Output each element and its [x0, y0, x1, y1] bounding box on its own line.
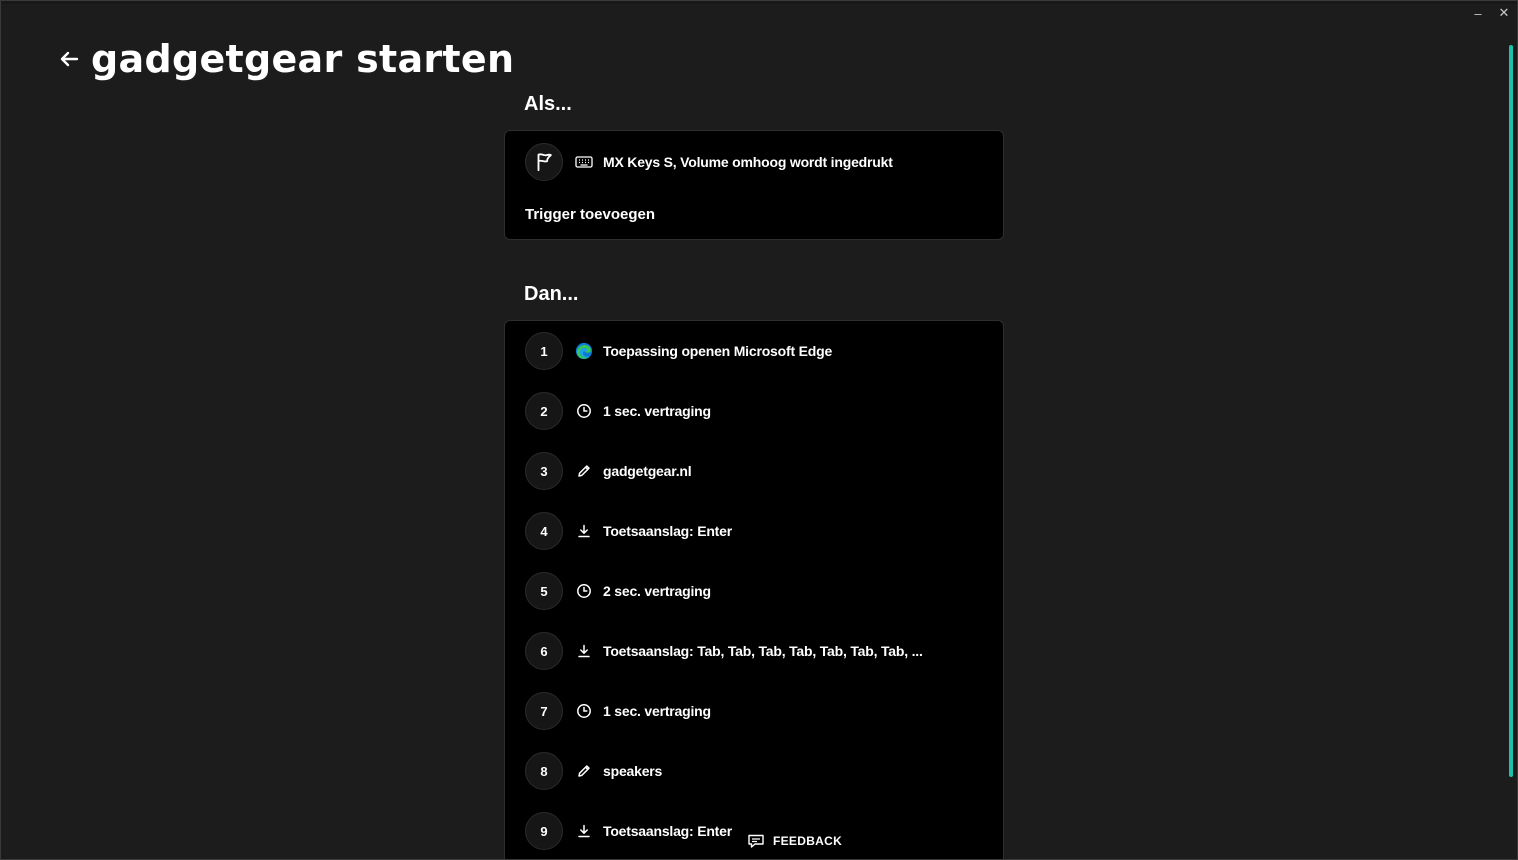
actions-section-title: Dan...: [524, 283, 579, 305]
action-row[interactable]: 8 speakers: [525, 751, 662, 791]
window-controls: – ✕: [1471, 5, 1511, 21]
clock-icon: [575, 402, 593, 420]
keystroke-icon: [575, 822, 593, 840]
keyboard-icon: [575, 153, 593, 171]
trigger-section-title: Als...: [524, 93, 572, 115]
action-number: 4: [525, 512, 563, 550]
action-row[interactable]: 6 Toetsaanslag: Tab, Tab, Tab, Tab, Tab,…: [525, 631, 923, 671]
action-number: 8: [525, 752, 563, 790]
actions-card: 1 Toepassing openen Microsoft Edge 2 1 s…: [504, 320, 1004, 859]
pencil-icon: [575, 462, 593, 480]
action-row[interactable]: 1 Toepassing openen Microsoft Edge: [525, 331, 832, 371]
action-row[interactable]: 3 gadgetgear.nl: [525, 451, 692, 491]
action-text: Toetsaanslag: Enter: [603, 823, 732, 839]
pencil-icon: [575, 762, 593, 780]
action-row[interactable]: 7 1 sec. vertraging: [525, 691, 711, 731]
action-text: gadgetgear.nl: [603, 463, 692, 479]
clock-icon: [575, 702, 593, 720]
action-number: 2: [525, 392, 563, 430]
back-arrow-icon[interactable]: [57, 47, 81, 71]
app-window: – ✕ gadgetgear starten Als... MX Keys S,…: [0, 0, 1518, 860]
page-title: gadgetgear starten: [91, 37, 515, 81]
page-header: gadgetgear starten: [57, 37, 514, 81]
action-row[interactable]: 5 2 sec. vertraging: [525, 571, 711, 611]
edge-icon: [575, 342, 593, 360]
feedback-icon: [748, 834, 764, 848]
action-number: 9: [525, 812, 563, 850]
close-button[interactable]: ✕: [1497, 5, 1511, 21]
action-row[interactable]: 9 Toetsaanslag: Enter: [525, 811, 732, 851]
keystroke-icon: [575, 642, 593, 660]
feedback-button[interactable]: FEEDBACK: [743, 831, 847, 853]
trigger-card: MX Keys S, Volume omhoog wordt ingedrukt…: [504, 130, 1004, 240]
action-text: 1 sec. vertraging: [603, 703, 711, 719]
action-number: 3: [525, 452, 563, 490]
keystroke-icon: [575, 522, 593, 540]
action-number: 1: [525, 332, 563, 370]
action-text: Toetsaanslag: Enter: [603, 523, 732, 539]
feedback-label: FEEDBACK: [773, 834, 843, 848]
action-number: 7: [525, 692, 563, 730]
action-row[interactable]: 2 1 sec. vertraging: [525, 391, 711, 431]
action-row[interactable]: 4 Toetsaanslag: Enter: [525, 511, 732, 551]
action-text: Toepassing openen Microsoft Edge: [603, 343, 833, 359]
action-number: 5: [525, 572, 563, 610]
clock-icon: [575, 582, 593, 600]
trigger-flag-badge: [525, 143, 563, 181]
action-text: 1 sec. vertraging: [603, 403, 711, 419]
flag-icon: [537, 153, 552, 172]
trigger-text: MX Keys S, Volume omhoog wordt ingedrukt: [603, 154, 893, 170]
scrollbar-thumb[interactable]: [1509, 45, 1513, 777]
main-content[interactable]: Als... MX Keys S, Volume omhoog wordt in…: [504, 1, 1004, 859]
action-text: speakers: [603, 763, 663, 779]
add-trigger-button[interactable]: Trigger toevoegen: [525, 206, 655, 223]
trigger-row[interactable]: MX Keys S, Volume omhoog wordt ingedrukt: [525, 142, 893, 182]
action-number: 6: [525, 632, 563, 670]
action-text: 2 sec. vertraging: [603, 583, 711, 599]
action-text: Toetsaanslag: Tab, Tab, Tab, Tab, Tab, T…: [603, 643, 923, 659]
minimize-button[interactable]: –: [1471, 5, 1485, 21]
